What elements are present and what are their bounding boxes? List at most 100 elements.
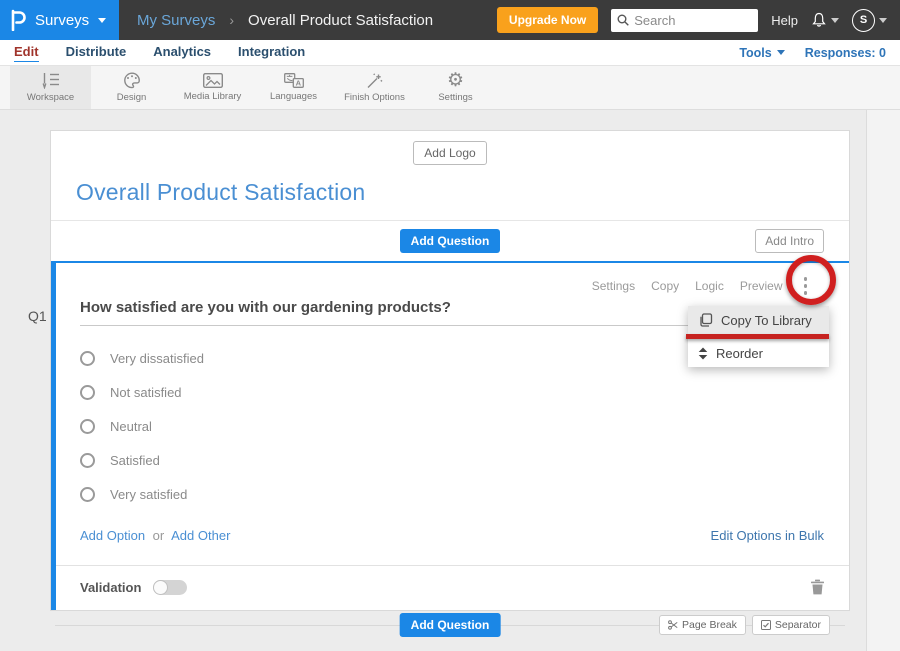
global-search[interactable] xyxy=(611,9,758,32)
option-label[interactable]: Very dissatisfied xyxy=(110,351,204,366)
survey-canvas: Q1 Add Logo Overall Product Satisfaction… xyxy=(0,110,900,651)
option-label[interactable]: Neutral xyxy=(110,419,152,434)
product-menu[interactable]: Surveys xyxy=(0,0,119,40)
tab-edit[interactable]: Edit xyxy=(14,44,39,62)
add-option-group: Add Option or Add Other xyxy=(80,528,230,543)
chevron-down-icon xyxy=(879,18,887,23)
question-preview-link[interactable]: Preview xyxy=(740,279,783,293)
breadcrumb-survey-title: Overall Product Satisfaction xyxy=(248,12,433,29)
footer-row: Add Question Page Break Separator xyxy=(50,610,850,640)
radio-icon[interactable] xyxy=(80,453,95,468)
search-input[interactable] xyxy=(634,13,752,28)
workspace-icon xyxy=(41,72,60,89)
gear-icon: ⚙ xyxy=(447,72,464,89)
page-break-button[interactable]: Page Break xyxy=(659,615,746,635)
languages-label: Languages xyxy=(270,91,317,102)
breadcrumb-my-surveys[interactable]: My Surveys xyxy=(137,12,215,29)
toolbar-languages[interactable]: A Languages xyxy=(253,66,334,109)
delete-question-button[interactable] xyxy=(811,579,824,595)
svg-text:A: A xyxy=(295,78,301,87)
copy-icon xyxy=(698,313,713,327)
help-link[interactable]: Help xyxy=(771,13,798,28)
tools-menu[interactable]: Tools xyxy=(739,46,784,60)
breadcrumb: My Surveys › Overall Product Satisfactio… xyxy=(137,12,433,29)
validation-label: Validation xyxy=(80,580,141,595)
radio-icon[interactable] xyxy=(80,385,95,400)
survey-header: Add Logo Overall Product Satisfaction xyxy=(51,131,849,221)
separator-button[interactable]: Separator xyxy=(752,615,830,635)
tab-integration[interactable]: Integration xyxy=(238,44,305,61)
option-label[interactable]: Satisfied xyxy=(110,453,160,468)
radio-icon[interactable] xyxy=(80,487,95,502)
annotation-underline xyxy=(686,334,829,339)
question-number: Q1 xyxy=(28,308,47,324)
separator-label: Separator xyxy=(775,619,821,631)
toolbar-settings[interactable]: ⚙ Settings xyxy=(415,66,496,109)
add-question-button[interactable]: Add Question xyxy=(400,229,501,253)
question-context-menu: Copy To Library Reorder xyxy=(688,306,829,367)
add-question-row: Add Question Add Intro xyxy=(51,221,849,261)
question-actions: Settings Copy Logic Preview xyxy=(80,263,824,296)
option-tools-row: Add Option or Add Other Edit Options in … xyxy=(80,528,824,543)
copy-to-library-item[interactable]: Copy To Library xyxy=(688,306,829,334)
media-library-label: Media Library xyxy=(184,91,242,102)
scrollbar[interactable] xyxy=(866,110,900,651)
finish-options-label: Finish Options xyxy=(344,92,405,103)
toolbar-design[interactable]: Design xyxy=(91,66,172,109)
bell-icon xyxy=(811,12,827,28)
radio-icon[interactable] xyxy=(80,419,95,434)
tools-label: Tools xyxy=(739,46,771,60)
account-menu[interactable]: S xyxy=(852,9,887,32)
breadcrumb-separator: › xyxy=(229,12,234,28)
answer-option-row[interactable]: Not satisfied xyxy=(80,385,824,400)
add-logo-button[interactable]: Add Logo xyxy=(413,141,486,165)
tab-analytics[interactable]: Analytics xyxy=(153,44,211,61)
add-option-link[interactable]: Add Option xyxy=(80,528,145,543)
magic-wand-icon xyxy=(366,73,383,89)
questionpro-logo-icon xyxy=(10,9,26,31)
chevron-down-icon xyxy=(777,50,785,55)
product-menu-label: Surveys xyxy=(35,12,89,29)
avatar: S xyxy=(852,9,875,32)
answer-options: Very dissatisfied Not satisfied Neutral … xyxy=(80,351,824,502)
responses-count[interactable]: Responses: 0 xyxy=(805,46,886,60)
or-text: or xyxy=(153,528,165,543)
questionpro-survey-editor: Surveys My Surveys › Overall Product Sat… xyxy=(0,0,900,651)
page-break-label: Page Break xyxy=(682,619,737,631)
reorder-item[interactable]: Reorder xyxy=(688,339,829,367)
top-bar: Surveys My Surveys › Overall Product Sat… xyxy=(0,0,900,40)
option-label[interactable]: Not satisfied xyxy=(110,385,182,400)
notifications-menu[interactable] xyxy=(811,12,839,28)
option-label[interactable]: Very satisfied xyxy=(110,487,187,502)
survey-title[interactable]: Overall Product Satisfaction xyxy=(76,179,849,206)
radio-icon[interactable] xyxy=(80,351,95,366)
toolbar-workspace[interactable]: Workspace xyxy=(10,66,91,109)
tab-distribute[interactable]: Distribute xyxy=(66,44,127,61)
survey-card: Add Logo Overall Product Satisfaction Ad… xyxy=(50,130,850,611)
upgrade-now-button[interactable]: Upgrade Now xyxy=(497,7,598,33)
add-intro-button[interactable]: Add Intro xyxy=(755,229,824,253)
edit-options-bulk-link[interactable]: Edit Options in Bulk xyxy=(711,528,824,543)
toolbar-finish-options[interactable]: Finish Options xyxy=(334,66,415,109)
reorder-label: Reorder xyxy=(716,346,763,361)
image-icon xyxy=(203,73,223,88)
copy-to-library-label: Copy To Library xyxy=(721,313,812,328)
palette-icon xyxy=(123,72,141,89)
footer-add-question-button[interactable]: Add Question xyxy=(400,613,501,637)
answer-option-row[interactable]: Neutral xyxy=(80,419,824,434)
answer-option-row[interactable]: Very satisfied xyxy=(80,487,824,502)
settings-label: Settings xyxy=(438,92,472,103)
translate-icon: A xyxy=(284,73,304,88)
toolbar-media-library[interactable]: Media Library xyxy=(172,66,253,109)
survey-nav: Edit Distribute Analytics Integration To… xyxy=(0,40,900,66)
chevron-down-icon xyxy=(831,18,839,23)
question-more-menu-button[interactable] xyxy=(799,274,813,298)
question-settings-link[interactable]: Settings xyxy=(592,279,635,293)
answer-option-row[interactable]: Satisfied xyxy=(80,453,824,468)
validation-toggle[interactable] xyxy=(153,580,187,595)
question-copy-link[interactable]: Copy xyxy=(651,279,679,293)
scissors-icon xyxy=(668,620,678,630)
question-logic-link[interactable]: Logic xyxy=(695,279,724,293)
reorder-icon xyxy=(698,347,708,360)
add-other-link[interactable]: Add Other xyxy=(171,528,230,543)
